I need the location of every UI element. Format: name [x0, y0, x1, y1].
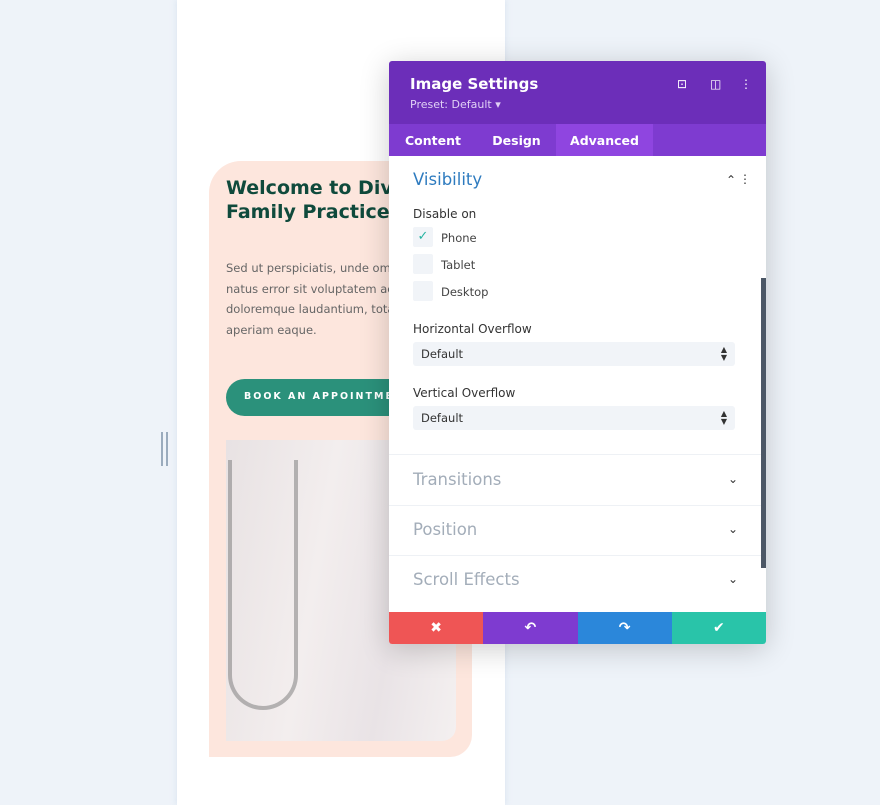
horizontal-overflow-select[interactable]: Default ▲ ▼ — [413, 342, 735, 366]
scrollbar[interactable] — [761, 278, 766, 568]
section-more-icon[interactable]: ⋮ — [739, 172, 751, 186]
tab-advanced[interactable]: Advanced — [556, 124, 653, 156]
scroll-effects-section[interactable]: Scroll Effects — [413, 570, 520, 589]
cancel-button[interactable]: ✖ — [389, 612, 484, 644]
vertical-overflow-select[interactable]: Default ▲ ▼ — [413, 406, 735, 430]
phone-checkbox[interactable]: ✓ — [413, 227, 433, 247]
tab-bar: Content Design Advanced — [389, 124, 766, 156]
horizontal-overflow-value: Default — [421, 347, 464, 361]
save-button[interactable]: ✔ — [671, 612, 766, 644]
tablet-checkbox[interactable] — [413, 254, 433, 274]
tab-content[interactable]: Content — [389, 124, 477, 156]
divider — [389, 454, 766, 455]
vertical-overflow-label: Vertical Overflow — [413, 386, 516, 400]
vertical-overflow-value: Default — [421, 411, 464, 425]
tab-design[interactable]: Design — [477, 124, 556, 156]
resize-handle[interactable] — [161, 432, 168, 466]
preset-dropdown[interactable]: Preset: Default ▾ — [410, 98, 501, 111]
image-settings-panel: Image Settings Preset: Default ▾ ⊡ ◫ ⋮ C… — [389, 61, 766, 644]
tablet-label: Tablet — [441, 258, 476, 272]
chevron-up-icon[interactable]: ⌃ — [726, 173, 736, 187]
panel-footer: ✖ ↶ ↷ ✔ — [389, 612, 766, 644]
phone-label: Phone — [441, 231, 477, 245]
divider — [389, 555, 766, 556]
desktop-checkbox[interactable] — [413, 281, 433, 301]
hero-text: Sed ut perspiciatis, unde om natus error… — [226, 261, 395, 337]
hero-heading: Welcome to Divi Family Practice — [226, 177, 400, 223]
select-arrows-icon: ▲ ▼ — [720, 345, 727, 362]
redo-button[interactable]: ↷ — [577, 612, 672, 644]
transitions-section[interactable]: Transitions — [413, 470, 501, 489]
chevron-down-icon[interactable]: ⌄ — [728, 472, 738, 486]
chevron-down-icon[interactable]: ⌄ — [728, 522, 738, 536]
chevron-down-icon[interactable]: ⌄ — [728, 572, 738, 586]
more-options-icon[interactable]: ⋮ — [740, 77, 752, 91]
sidebar-icon[interactable]: ◫ — [710, 77, 721, 91]
position-section[interactable]: Position — [413, 520, 477, 539]
panel-title: Image Settings — [410, 75, 539, 93]
focus-icon[interactable]: ⊡ — [677, 77, 687, 91]
undo-button[interactable]: ↶ — [483, 612, 578, 644]
stethoscope-graphic — [228, 460, 298, 710]
panel-header[interactable]: Image Settings Preset: Default ▾ ⊡ ◫ ⋮ — [389, 61, 766, 124]
desktop-label: Desktop — [441, 285, 489, 299]
select-arrows-icon: ▲ ▼ — [720, 409, 727, 426]
divider — [389, 505, 766, 506]
visibility-section-title[interactable]: Visibility — [413, 170, 482, 189]
disable-on-label: Disable on — [413, 207, 477, 221]
horizontal-overflow-label: Horizontal Overflow — [413, 322, 532, 336]
